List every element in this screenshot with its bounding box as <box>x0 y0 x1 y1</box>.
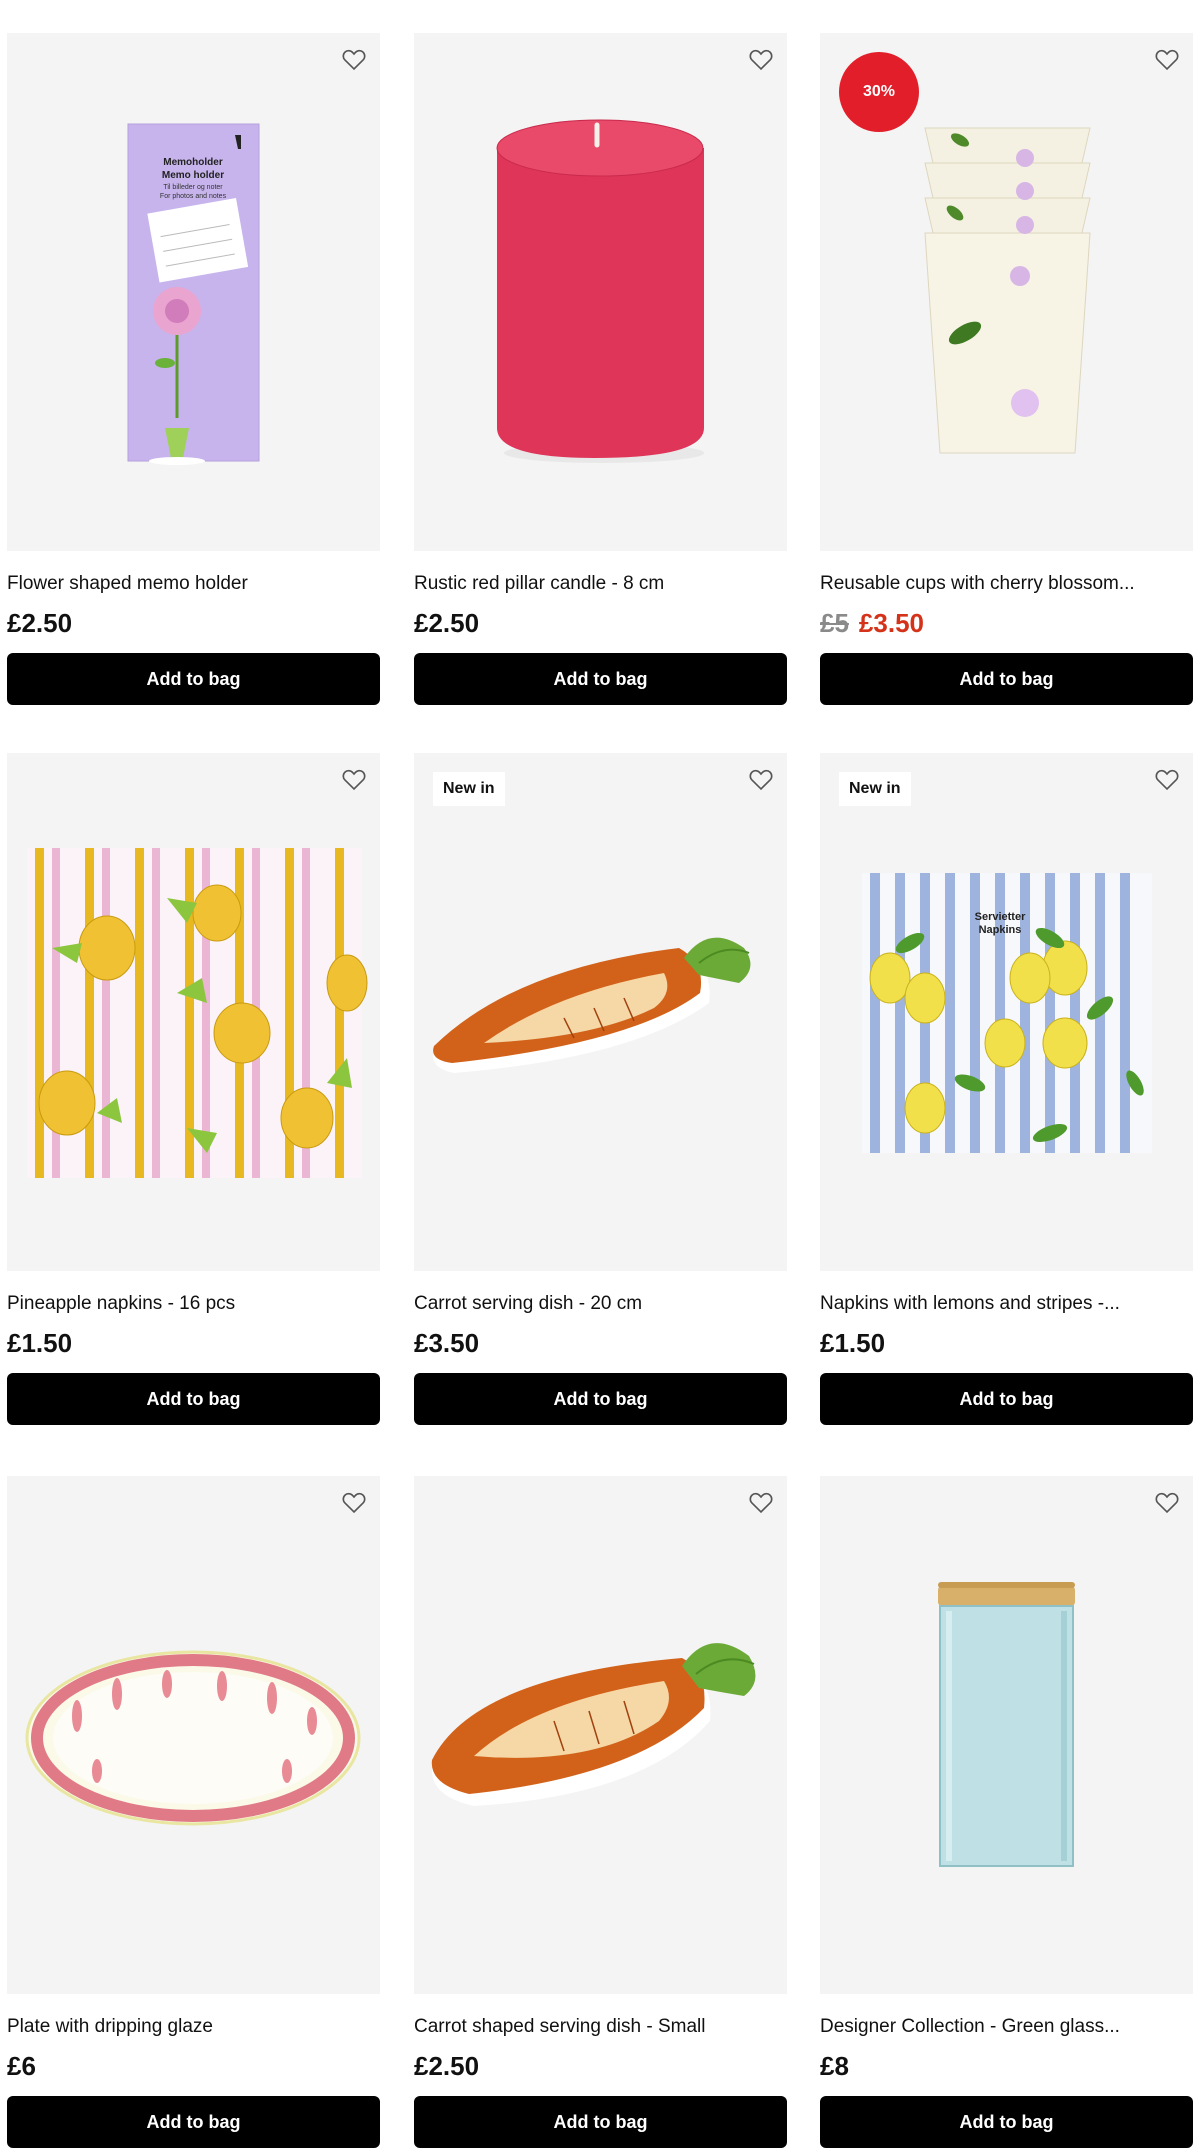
heart-outline-icon <box>342 1492 366 1514</box>
packaging-subtitle-en: For photos and notes <box>160 193 227 200</box>
favorite-button[interactable] <box>747 765 775 793</box>
heart-outline-icon <box>749 769 773 791</box>
add-to-bag-button[interactable]: Add to bag <box>414 1373 787 1425</box>
carrot-dish-image <box>433 937 751 1073</box>
favorite-button[interactable] <box>747 45 775 73</box>
add-to-bag-button[interactable]: Add to bag <box>414 653 787 705</box>
favorite-button[interactable] <box>1153 765 1181 793</box>
heart-outline-icon <box>749 49 773 71</box>
red-candle-image <box>496 119 704 463</box>
add-to-bag-button[interactable]: Add to bag <box>7 2096 380 2148</box>
discount-badge: 30% <box>839 52 919 132</box>
add-to-bag-button[interactable]: Add to bag <box>414 2096 787 2148</box>
heart-outline-icon <box>1155 49 1179 71</box>
product-image[interactable] <box>414 33 787 551</box>
product-price: £2.50 <box>414 2051 479 2082</box>
price-value: £2.50 <box>414 2051 480 2081</box>
heart-outline-icon <box>342 49 366 71</box>
favorite-button[interactable] <box>1153 45 1181 73</box>
product-name[interactable]: Carrot serving dish - 20 cm <box>414 1293 787 1315</box>
product-price: £5 £3.50 <box>820 608 924 639</box>
packaging-title: Servietter <box>975 911 1026 923</box>
product-image[interactable] <box>7 753 380 1271</box>
product-image[interactable] <box>7 1476 380 1994</box>
product-image[interactable]: New in <box>414 753 787 1271</box>
sale-price: £3.50 <box>858 608 924 638</box>
heart-outline-icon <box>1155 1492 1179 1514</box>
product-name[interactable]: Carrot shaped serving dish - Small <box>414 2016 787 2038</box>
dripping-glaze-plate-image <box>25 1650 361 1826</box>
add-to-bag-button[interactable]: Add to bag <box>820 653 1193 705</box>
packaging-subtitle: Til billeder og noter <box>163 184 223 191</box>
product-name[interactable]: Rustic red pillar candle - 8 cm <box>414 573 787 595</box>
product-image[interactable]: Servietter Napkins New in <box>820 753 1193 1271</box>
new-in-badge: New in <box>433 772 505 806</box>
add-to-bag-button[interactable]: Add to bag <box>7 1373 380 1425</box>
favorite-button[interactable] <box>340 765 368 793</box>
product-name[interactable]: Designer Collection - Green glass... <box>820 2016 1193 2038</box>
product-name[interactable]: Napkins with lemons and stripes -... <box>820 1293 1193 1315</box>
product-name[interactable]: Pineapple napkins - 16 pcs <box>7 1293 380 1315</box>
product-price: £6 <box>7 2051 36 2082</box>
product-grid: Memoholder Memo holder Til billeder og n… <box>0 0 1200 2154</box>
pineapple-napkins-image <box>27 848 368 1178</box>
packaging-title: Memoholder <box>163 157 223 168</box>
packaging-title-en: Memo holder <box>162 170 224 181</box>
price-value: £2.50 <box>7 608 73 638</box>
product-price: £2.50 <box>7 608 72 639</box>
favorite-button[interactable] <box>340 1488 368 1516</box>
favorite-button[interactable] <box>747 1488 775 1516</box>
small-carrot-dish-image <box>431 1643 756 1806</box>
heart-outline-icon <box>342 769 366 791</box>
product-name[interactable]: Plate with dripping glaze <box>7 2016 380 2038</box>
add-to-bag-button[interactable]: Add to bag <box>7 653 380 705</box>
glass-jar-image <box>938 1582 1075 1867</box>
memo-holder-image: Memoholder Memo holder Til billeder og n… <box>127 123 260 465</box>
product-price: £3.50 <box>414 1328 479 1359</box>
product-image[interactable] <box>414 1476 787 1994</box>
price-value: £1.50 <box>820 1328 886 1358</box>
product-price: £1.50 <box>7 1328 72 1359</box>
product-image[interactable] <box>820 1476 1193 1994</box>
price-value: £6 <box>7 2051 36 2081</box>
price-value: £2.50 <box>414 608 480 638</box>
product-price: £1.50 <box>820 1328 885 1359</box>
price-value: £1.50 <box>7 1328 73 1358</box>
product-image[interactable]: 30% <box>820 33 1193 551</box>
product-name[interactable]: Reusable cups with cherry blossom... <box>820 573 1193 595</box>
add-to-bag-button[interactable]: Add to bag <box>820 2096 1193 2148</box>
price-value: £8 <box>820 2051 849 2081</box>
product-price: £2.50 <box>414 608 479 639</box>
price-value: £3.50 <box>414 1328 480 1358</box>
packaging-title-en: Napkins <box>979 924 1022 936</box>
heart-outline-icon <box>1155 769 1179 791</box>
favorite-button[interactable] <box>340 45 368 73</box>
original-price: £5 <box>820 608 849 638</box>
product-price: £8 <box>820 2051 849 2082</box>
product-name[interactable]: Flower shaped memo holder <box>7 573 380 595</box>
product-image[interactable]: Memoholder Memo holder Til billeder og n… <box>7 33 380 551</box>
lemon-napkins-image: Servietter Napkins <box>862 873 1152 1153</box>
add-to-bag-button[interactable]: Add to bag <box>820 1373 1193 1425</box>
new-in-badge: New in <box>839 772 911 806</box>
heart-outline-icon <box>749 1492 773 1514</box>
favorite-button[interactable] <box>1153 1488 1181 1516</box>
